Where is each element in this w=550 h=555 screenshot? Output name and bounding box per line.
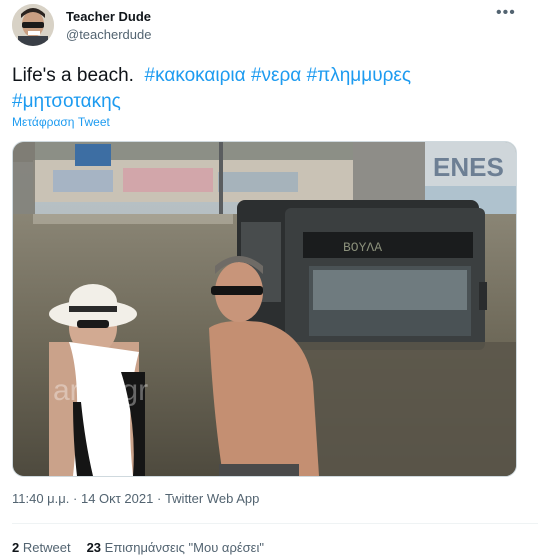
divider [12, 523, 538, 524]
avatar[interactable] [12, 4, 54, 46]
likes-count: 23 [86, 540, 102, 555]
tweet-body: Life's a beach. [12, 65, 134, 86]
photo-watermark: arpo.gr [53, 374, 148, 407]
hashtag-nera[interactable]: #νερα [251, 65, 301, 86]
retweets-label: Retweet [22, 540, 71, 555]
flooded-street-photo: ENES ΒΟΥΛΑ arpo.gr [13, 142, 516, 476]
tweet-meta: 11:40 μ.μ. · 14 Οκτ 2021 · Twitter Web A… [12, 491, 259, 506]
tweet-photo[interactable]: ENES ΒΟΥΛΑ arpo.gr [12, 141, 517, 477]
hashtag-plimmyres[interactable]: #πλημμυρες [307, 65, 411, 86]
likes-label: Επισημάνσεις "Μου αρέσει" [104, 540, 264, 555]
tweet-text: Life's a beach. #κακοκαιρια #νερα #πλημμ… [12, 63, 522, 115]
meta-separator: · [156, 491, 162, 506]
more-options-icon[interactable]: ••• [496, 4, 516, 22]
tweet-date[interactable]: 14 Οκτ 2021 [81, 491, 153, 506]
retweets-stat[interactable]: 2 Retweet [12, 540, 71, 555]
translate-tweet-link[interactable]: Μετάφραση Tweet [12, 115, 110, 129]
likes-stat[interactable]: 23 Επισημάνσεις "Μου αρέσει" [87, 540, 264, 555]
meta-separator: · [73, 491, 78, 506]
author-handle[interactable]: @teacherdude [66, 27, 151, 42]
hashtag-mitsotakis[interactable]: #μητσοτακης [12, 91, 121, 112]
tweet-time[interactable]: 11:40 μ.μ. [12, 491, 69, 506]
hashtag-kakokairia[interactable]: #κακοκαιρια [145, 65, 246, 86]
retweets-count: 2 [12, 540, 20, 555]
author-name[interactable]: Teacher Dude [66, 9, 151, 24]
tweet-source[interactable]: Twitter Web App [165, 491, 259, 506]
bus-destination-sign: ΒΟΥΛΑ [343, 240, 382, 255]
avatar-image [12, 4, 54, 46]
wall-graffiti: ENES [433, 152, 504, 182]
tweet-stats: 2 Retweet 23 Επισημάνσεις "Μου αρέσει" [12, 540, 264, 555]
